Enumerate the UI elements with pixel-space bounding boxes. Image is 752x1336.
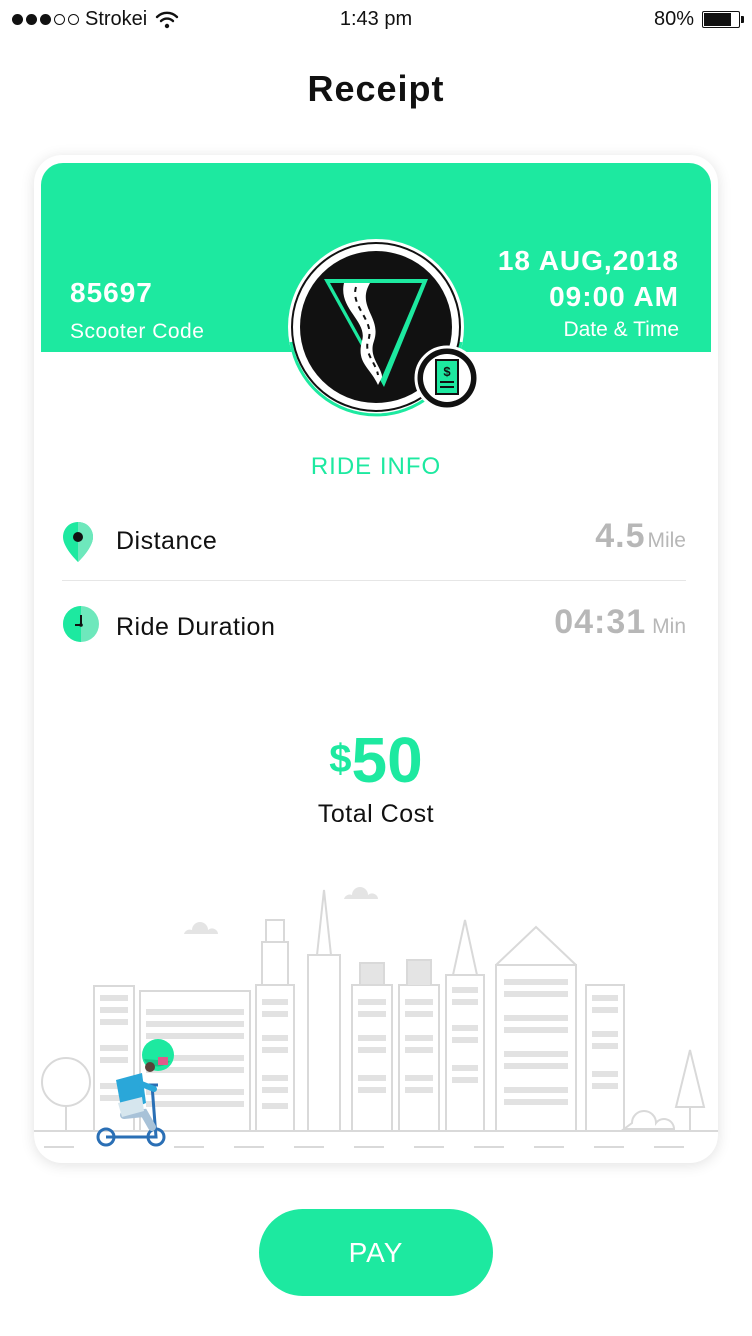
page-title: Receipt bbox=[307, 68, 445, 109]
distance-number: 4.5 bbox=[595, 517, 646, 555]
battery-info: 80% bbox=[653, 8, 744, 31]
total-amount: 50 bbox=[351, 724, 423, 796]
distance-value: 4.5Mile bbox=[595, 517, 686, 556]
distance-row: Distance 4.5Mile bbox=[62, 513, 686, 573]
row-divider bbox=[62, 580, 686, 581]
status-time: 1:43 pm bbox=[339, 8, 413, 30]
distance-label: Distance bbox=[116, 527, 218, 555]
duration-value: 04:31 Min bbox=[554, 603, 686, 642]
ride-time: 09:00 AM bbox=[549, 281, 679, 312]
total-cost-amount: $50 bbox=[34, 723, 718, 797]
scooter-code-label: Scooter Code bbox=[70, 320, 205, 343]
duration-label: Ride Duration bbox=[116, 613, 276, 641]
scooter-code: 85697 bbox=[70, 277, 153, 308]
ride-info-heading: RIDE INFO bbox=[310, 453, 442, 480]
date-time-label: Date & Time bbox=[563, 318, 679, 341]
status-bar: Strokei 1:43 pm 80% bbox=[0, 0, 752, 40]
duration-unit: Min bbox=[652, 615, 686, 638]
svg-text:$: $ bbox=[443, 364, 451, 379]
receipt-card: 85697 Scooter Code 18 AUG,2018 09:00 AM … bbox=[34, 155, 718, 1163]
battery-percent: 80% bbox=[653, 8, 694, 30]
battery-icon bbox=[702, 11, 744, 28]
duration-row: Ride Duration 04:31 Min bbox=[62, 599, 686, 659]
pay-button[interactable]: PAY bbox=[259, 1209, 493, 1296]
city-skyline-illustration bbox=[34, 887, 718, 1148]
currency-symbol: $ bbox=[329, 737, 352, 781]
total-cost-label: Total Cost bbox=[317, 800, 435, 828]
duration-number: 04:31 bbox=[554, 603, 647, 641]
clock-icon bbox=[63, 606, 99, 642]
receipt-icon: $ bbox=[414, 345, 480, 411]
ride-date: 18 AUG,2018 bbox=[497, 245, 679, 276]
map-pin-icon bbox=[63, 522, 93, 562]
brand-logo: $ bbox=[286, 237, 480, 417]
ride-date-time: 18 AUG,2018 09:00 AM bbox=[498, 243, 679, 315]
distance-unit: Mile bbox=[647, 529, 686, 552]
